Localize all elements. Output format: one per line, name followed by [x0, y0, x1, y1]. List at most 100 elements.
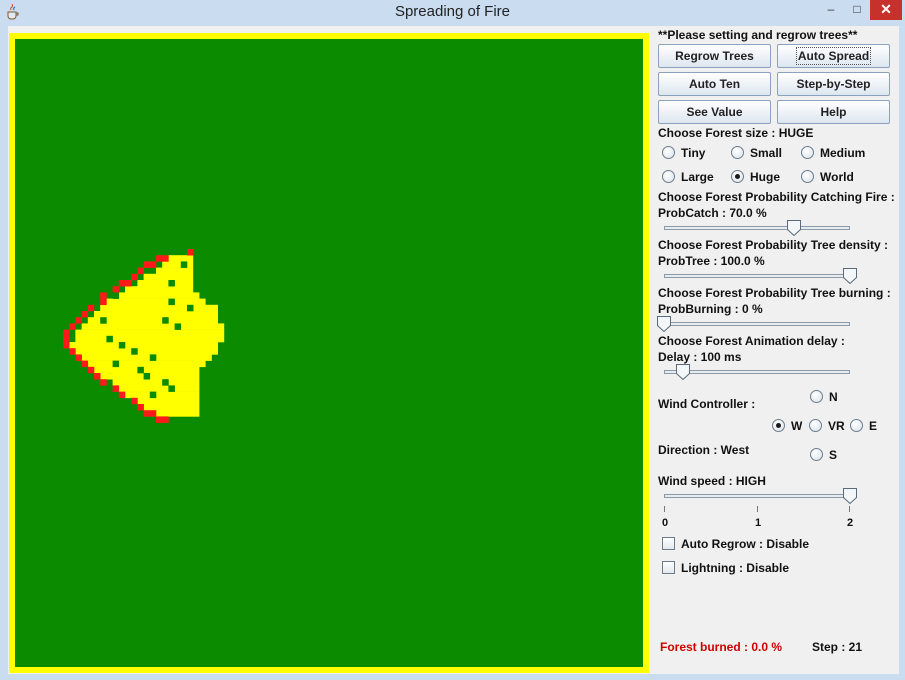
size-radio-world[interactable]: World [801, 170, 854, 186]
burning-cells [137, 397, 200, 405]
fire-front-cell [162, 416, 169, 423]
prob-burning-heading: Choose Forest Probability Tree burning : [658, 286, 891, 300]
radio-circle-icon [801, 146, 814, 159]
slider-track [664, 322, 850, 326]
size-radio-small[interactable]: Small [731, 146, 782, 162]
slider-thumb[interactable] [843, 488, 857, 504]
prob-burning-slider[interactable] [657, 316, 850, 332]
radio-circle-icon [731, 146, 744, 159]
prob-tree-slider[interactable] [664, 268, 857, 284]
burning-cells [125, 286, 194, 293]
forest-canvas[interactable] [9, 33, 649, 673]
fire-front-cell [75, 317, 82, 324]
direction-label: Direction : West [658, 443, 750, 457]
forest-burned-status: Forest burned : 0.0 % [660, 640, 783, 654]
slider-track [664, 494, 850, 498]
radio-circle-icon [801, 170, 814, 183]
burning-cells [94, 311, 218, 318]
size-option-label: Medium [820, 146, 866, 160]
size-radio-tiny[interactable]: Tiny [662, 146, 705, 162]
burning-cells [75, 348, 219, 355]
burning-cells [156, 267, 194, 275]
size-radio-large[interactable]: Large [662, 170, 714, 186]
see-value-button[interactable]: See Value [658, 100, 771, 124]
fire-front-cell [137, 404, 144, 411]
slider-track [664, 226, 850, 230]
auto-regrow-checkbox[interactable]: Auto Regrow : Disable [662, 537, 809, 553]
burning-cells [137, 280, 194, 287]
wind-option-label: N [829, 390, 838, 404]
fire-front-cell [112, 385, 120, 392]
forest-size-label: Choose Forest size : HUGE [658, 126, 814, 140]
unburnt-tree-cell [162, 317, 169, 324]
prob-tree-value: ProbTree : 100.0 % [658, 254, 765, 268]
radio-selected-icon [731, 170, 744, 183]
checkbox-icon [662, 561, 675, 574]
fire-front-cell [87, 366, 95, 374]
slider-thumb[interactable] [675, 364, 690, 380]
fire-front-cell [143, 410, 151, 417]
window-title: Spreading of Fire [394, 3, 511, 20]
slider-thumb[interactable] [787, 220, 802, 236]
wind-speed-slider[interactable] [664, 488, 857, 504]
minimize-button[interactable]: – [818, 0, 844, 20]
help-label: Help [820, 105, 847, 119]
unburnt-tree-cell [137, 366, 144, 374]
delay-slider[interactable] [664, 364, 850, 380]
wind-radio-n[interactable]: N [810, 390, 838, 406]
size-radio-medium[interactable]: Medium [801, 146, 865, 162]
auto-ten-button[interactable]: Auto Ten [658, 72, 771, 96]
wind-speed-ticks [664, 506, 850, 512]
radio-selected-icon [772, 419, 785, 432]
fire-front-cell [187, 249, 194, 256]
fire-front-cell [100, 298, 107, 306]
auto-spread-label: Auto Spread [795, 47, 872, 65]
burning-cells [94, 366, 200, 374]
slider-track [664, 274, 850, 278]
auto-spread-button[interactable]: Auto Spread [777, 44, 890, 68]
unburnt-tree-cell [174, 323, 182, 330]
prob-catch-heading: Choose Forest Probability Catching Fire … [658, 190, 895, 204]
slider-thumb[interactable] [843, 268, 857, 284]
wind-option-label: VR [828, 419, 845, 433]
wind-radio-w[interactable]: W [772, 419, 802, 435]
regrow-trees-button[interactable]: Regrow Trees [658, 44, 771, 68]
fire-front-cell [118, 391, 126, 399]
step-by-step-button[interactable]: Step-by-Step [777, 72, 890, 96]
wind-radio-e[interactable]: E [850, 419, 877, 435]
unburnt-tree-cell [106, 335, 113, 343]
unburnt-tree-cell [187, 304, 194, 312]
size-option-label: Tiny [681, 146, 706, 160]
fire-front-cell [69, 348, 76, 355]
fire-front-cell [81, 311, 89, 318]
burning-cells [69, 342, 218, 349]
wind-radio-s[interactable]: S [810, 448, 837, 464]
fire-front-cell [162, 255, 169, 262]
delay-value: Delay : 100 ms [658, 350, 742, 364]
wind-radio-vr[interactable]: VR [809, 419, 845, 435]
unburnt-tree-cell [100, 317, 107, 324]
burning-cells [168, 255, 194, 262]
regrow-trees-label: Regrow Trees [675, 49, 754, 63]
burning-cells [81, 323, 225, 330]
control-panel: **Please setting and regrow trees** Regr… [657, 26, 897, 674]
slider-thumb[interactable] [657, 316, 671, 332]
help-button[interactable]: Help [777, 100, 890, 124]
slider-track [664, 370, 850, 374]
maximize-button[interactable]: □ [844, 0, 870, 20]
prob-catch-slider[interactable] [664, 220, 850, 236]
fire-front-cell [143, 261, 151, 268]
lightning-label: Lightning : Disable [681, 561, 789, 575]
unburnt-tree-cell [162, 379, 169, 386]
unburnt-tree-cell [143, 373, 151, 380]
close-button[interactable]: ✕ [870, 0, 902, 20]
fire-front-cell [100, 379, 107, 386]
size-radio-huge[interactable]: Huge [731, 170, 780, 186]
burning-cells [125, 391, 200, 399]
lightning-checkbox[interactable]: Lightning : Disable [662, 561, 789, 577]
wind-speed-label: Wind speed : HIGH [658, 474, 766, 488]
fire-front-cell [131, 273, 138, 281]
size-option-label: Small [750, 146, 783, 160]
tick-mark [664, 506, 665, 512]
unburnt-tree-cell [168, 385, 175, 392]
